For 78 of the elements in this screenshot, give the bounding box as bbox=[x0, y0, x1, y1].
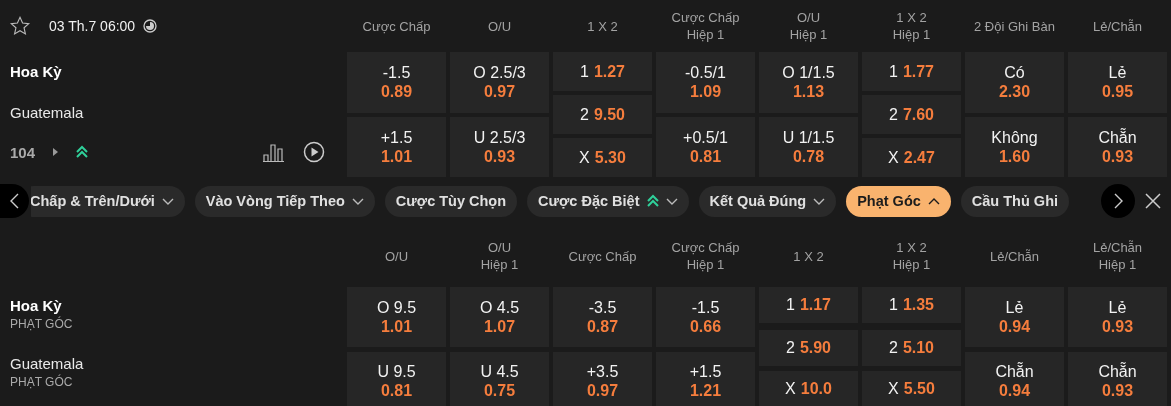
odds-button[interactable]: -1.5 0.66 bbox=[656, 287, 755, 347]
column-header: Lẻ/Chẵn bbox=[989, 247, 1040, 265]
odds-button[interactable]: O 4.5 1.07 bbox=[450, 287, 549, 347]
odds-button[interactable]: Chẵn 0.93 bbox=[1068, 116, 1167, 177]
odds-button[interactable]: -0.5/1 1.09 bbox=[656, 52, 755, 113]
odds-button[interactable]: 1 1.35 bbox=[862, 287, 961, 323]
bar-chart-icon[interactable] bbox=[263, 142, 285, 162]
odds-button[interactable]: O 1/1.5 1.13 bbox=[759, 52, 858, 113]
column-header: O/U bbox=[384, 247, 409, 265]
team-name: Hoa Kỳ bbox=[10, 63, 63, 80]
odds-button[interactable]: 2 5.90 bbox=[759, 330, 858, 366]
odds-button[interactable]: U 9.5 0.81 bbox=[347, 351, 446, 406]
odds-button[interactable]: 2 7.60 bbox=[862, 95, 961, 134]
market-tab[interactable]: Cầu Thủ Ghi bbox=[960, 185, 1069, 217]
column-header: O/U Hiệp 1 bbox=[789, 9, 828, 43]
market-label: PHẠT GÓC bbox=[10, 317, 74, 331]
market-tab[interactable]: Kết Quả Đúng bbox=[698, 185, 837, 217]
odds-button[interactable]: X 5.30 bbox=[553, 138, 652, 177]
odds-button[interactable]: +0.5/1 0.81 bbox=[656, 116, 755, 177]
team-name: Hoa Kỳ bbox=[10, 297, 63, 314]
column-header: Cược Chấp bbox=[362, 17, 431, 35]
column-header: 1 X 2 bbox=[587, 17, 618, 35]
odds-button[interactable]: Không 1.60 bbox=[965, 116, 1064, 177]
odds-button[interactable]: U 1/1.5 0.78 bbox=[759, 116, 858, 177]
market-tab[interactable]: Chấp & Trên/Dưới bbox=[31, 185, 185, 217]
column-header: O/U Hiệp 1 bbox=[480, 239, 519, 273]
odds-button[interactable]: X 5.50 bbox=[862, 371, 961, 406]
column-header: 1 X 2 bbox=[793, 247, 824, 265]
team-name: Guatemala bbox=[10, 104, 85, 121]
column-header: Lẻ/Chẵn Hiệp 1 bbox=[1092, 239, 1143, 273]
market-tab[interactable]: Cược Tùy Chọn bbox=[384, 185, 518, 217]
column-header: 1 X 2 Hiệp 1 bbox=[892, 239, 931, 273]
team-name: Guatemala bbox=[10, 355, 85, 372]
odds-button[interactable]: X 2.47 bbox=[862, 138, 961, 177]
caret-right-icon bbox=[53, 148, 59, 156]
odds-button[interactable]: 1 1.17 bbox=[759, 287, 858, 323]
column-header: Cược Chấp Hiệp 1 bbox=[671, 239, 740, 273]
odds-button[interactable]: +3.5 0.97 bbox=[553, 351, 652, 406]
odds-button[interactable]: 1 1.77 bbox=[862, 52, 961, 91]
column-header: Cược Chấp Hiệp 1 bbox=[671, 9, 740, 43]
odds-button[interactable]: Có 2.30 bbox=[965, 52, 1064, 113]
scroll-left-button[interactable] bbox=[0, 184, 29, 218]
odds-button[interactable]: Lẻ 0.95 bbox=[1068, 52, 1167, 113]
odds-button[interactable]: 2 5.10 bbox=[862, 330, 961, 366]
odds-button[interactable]: 2 9.50 bbox=[553, 95, 652, 134]
odds-button[interactable]: +1.5 1.01 bbox=[347, 116, 446, 177]
odds-button[interactable]: O 2.5/3 0.97 bbox=[450, 52, 549, 113]
column-header: O/U bbox=[487, 17, 512, 35]
odds-button[interactable]: U 4.5 0.75 bbox=[450, 351, 549, 406]
column-header: Lẻ/Chẵn bbox=[1092, 17, 1143, 35]
odds-button[interactable]: 1 1.27 bbox=[553, 52, 652, 91]
market-tab[interactable]: Cược Đặc Biệt bbox=[527, 185, 689, 217]
column-header: 1 X 2 Hiệp 1 bbox=[892, 9, 931, 43]
double-chevron-up-icon bbox=[76, 145, 89, 159]
scroll-right-button[interactable] bbox=[1101, 184, 1135, 218]
odds-button[interactable]: +1.5 1.21 bbox=[656, 351, 755, 406]
odds-button[interactable]: O 9.5 1.01 bbox=[347, 287, 446, 347]
column-header: Cược Chấp bbox=[568, 247, 637, 265]
odds-button[interactable]: -1.5 0.89 bbox=[347, 52, 446, 113]
chevron-right-icon bbox=[1113, 193, 1123, 209]
column-header: 2 Đội Ghi Bàn bbox=[974, 17, 1055, 35]
odds-button[interactable]: U 2.5/3 0.93 bbox=[450, 116, 549, 177]
odds-button[interactable]: -3.5 0.87 bbox=[553, 287, 652, 347]
play-icon[interactable] bbox=[303, 141, 325, 163]
market-count[interactable]: 104 bbox=[10, 143, 36, 161]
odds-button[interactable]: Chẵn 0.93 bbox=[1068, 351, 1167, 406]
market-label: PHẠT GÓC bbox=[10, 375, 74, 389]
match-time: 03 Th.7 06:00 bbox=[49, 18, 136, 34]
odds-button[interactable]: Lẻ 0.93 bbox=[1068, 287, 1167, 347]
chevron-left-icon bbox=[10, 193, 19, 209]
odds-button[interactable]: Lẻ 0.94 bbox=[965, 287, 1064, 347]
odds-button[interactable]: Chẵn 0.94 bbox=[965, 351, 1064, 406]
market-tab[interactable]: Vào Vòng Tiếp Theo bbox=[194, 185, 375, 217]
close-icon bbox=[1145, 193, 1161, 209]
star-icon[interactable] bbox=[9, 15, 31, 37]
market-tab[interactable]: Phạt Góc bbox=[846, 185, 951, 217]
odds-button[interactable]: X 10.0 bbox=[759, 371, 858, 406]
clock-icon bbox=[143, 19, 158, 33]
